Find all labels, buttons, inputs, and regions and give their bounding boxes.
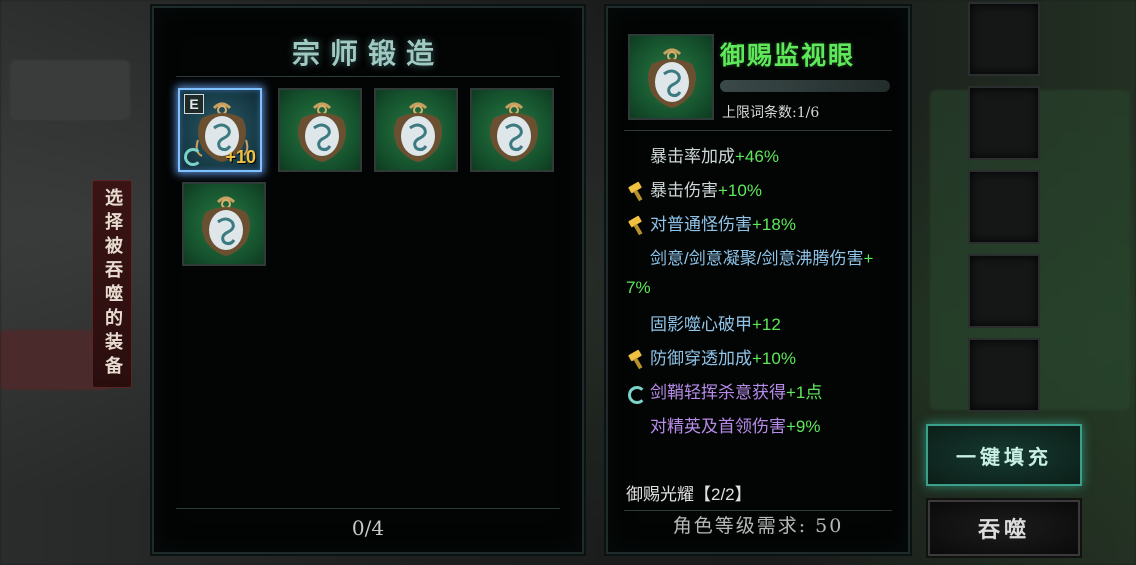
forge-count: 0/4 — [351, 516, 385, 540]
devour-slot-1[interactable] — [968, 2, 1040, 76]
devour-slot-3[interactable] — [968, 170, 1040, 244]
amulet-icon — [298, 102, 346, 162]
amulet-icon — [490, 102, 538, 162]
amulet-icon — [394, 102, 442, 162]
stat-line-wrap: 7% — [626, 278, 651, 297]
hammer-icon — [626, 217, 648, 235]
stat-line: 剑意/剑意凝聚/剑意沸腾伤害+ — [626, 244, 873, 269]
item-detail-panel: 御赐监视眼 上限词条数:1/6 暴击率加成+46% 暴击伤害+10% 对普通怪伤… — [606, 6, 910, 554]
level-requirement: 角色等级需求: 50 — [672, 515, 844, 537]
refresh-icon — [184, 148, 202, 166]
affix-limit: 上限词条数:1/6 — [722, 105, 820, 121]
stat-line: 剑鞘轻挥杀意获得+1点 — [626, 378, 822, 404]
item-name: 御赐监视眼 — [720, 41, 856, 70]
auto-fill-button[interactable]: 一键填充 — [926, 424, 1082, 486]
forge-panel-title: 宗师锻造 — [291, 37, 444, 70]
stat-line: 对普通怪伤害+18% — [626, 210, 796, 235]
amulet-icon — [202, 196, 250, 256]
stat-line: 对精英及首领伤害+9% — [626, 412, 821, 437]
enhance-level: +10 — [225, 147, 256, 167]
stat-line: 暴击伤害+10% — [626, 176, 762, 201]
stat-line: 防御穿透加成+10% — [626, 344, 796, 369]
stat-line: 固影噬心破甲+12 — [626, 310, 781, 335]
stat-spacer — [626, 317, 648, 335]
hammer-icon — [626, 183, 648, 201]
devour-slot-2[interactable] — [968, 86, 1040, 160]
forge-panel: 宗师锻造 E +10 0/4 — [152, 6, 584, 554]
devour-slot-5[interactable] — [968, 338, 1040, 412]
forge-slot-3[interactable] — [374, 88, 458, 172]
forge-slot-1[interactable]: E +10 — [178, 88, 262, 172]
stat-line: 暴击率加成+46% — [626, 142, 779, 167]
amulet-icon — [648, 48, 696, 108]
set-bonus: 御赐光耀【2/2】 — [626, 485, 752, 504]
refresh-icon — [626, 385, 648, 404]
equipped-badge: E — [184, 94, 204, 114]
forge-bottom-divider — [176, 508, 560, 509]
stat-spacer — [626, 419, 648, 437]
stat-spacer — [626, 149, 648, 167]
forge-slot-5[interactable] — [182, 182, 266, 266]
hammer-icon — [626, 351, 648, 369]
devour-target-tab-label: 选择被吞噬的装备 — [102, 188, 123, 380]
forge-slot-2[interactable] — [278, 88, 362, 172]
detail-divider — [624, 130, 892, 131]
forge-top-divider — [176, 76, 560, 77]
devour-slot-4[interactable] — [968, 254, 1040, 328]
item-name-bar — [720, 80, 890, 92]
devour-button[interactable]: 吞噬 — [928, 500, 1080, 556]
devour-target-tab[interactable]: 选择被吞噬的装备 — [92, 180, 132, 388]
stat-spacer — [626, 251, 648, 269]
item-detail-icon — [628, 34, 714, 120]
forge-slot-4[interactable] — [470, 88, 554, 172]
